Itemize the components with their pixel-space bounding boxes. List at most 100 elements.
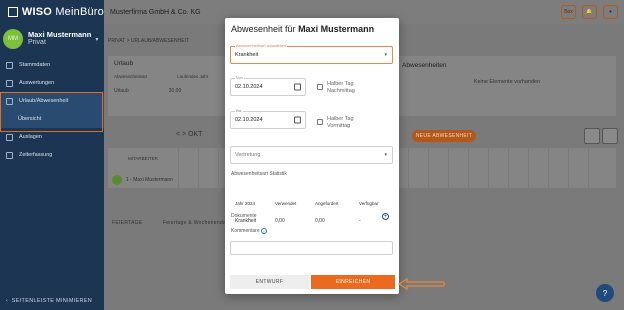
draft-button[interactable]: ENTWURF [230, 275, 309, 289]
calendar-icon[interactable] [294, 116, 301, 124]
logo-icon [8, 7, 18, 17]
submit-button[interactable]: EINREICHEN [311, 275, 395, 289]
absence-type-value: Krankheit [235, 52, 259, 58]
substitute-placeholder: Vertretung [235, 152, 261, 158]
logo-brand: WISO [21, 6, 53, 18]
stats-col-requested: Angefordert [315, 201, 339, 206]
user-menu[interactable]: MM Maxi Mustermann Privat ▾ [3, 28, 103, 50]
user-icon[interactable]: ● [603, 5, 618, 19]
stammdaten-icon [6, 61, 13, 69]
empty-state: Keine Elemente vorhanden [473, 79, 541, 85]
absences-title: Abwesenheiten [402, 62, 447, 69]
day-column [528, 148, 539, 188]
half-day-morning-label: Halber Tag Vormittag [327, 116, 354, 129]
half-day-afternoon-checkbox[interactable] [317, 84, 323, 90]
day-column [568, 148, 579, 188]
info-icon[interactable]: i [261, 228, 267, 234]
to-value: 02.10.2024 [235, 117, 263, 123]
app-logo[interactable]: WISO MeinBüro [0, 0, 104, 24]
employee-avatar [112, 175, 122, 185]
avatar: MM [3, 29, 23, 49]
add-document-icon[interactable]: + [382, 213, 389, 220]
calendar-nav[interactable]: < > OKT [176, 131, 202, 138]
documents-label: Dokumente [231, 213, 257, 219]
user-role: Privat [28, 39, 46, 47]
logo-product: MeinBüro [55, 6, 104, 18]
stats-requested: 0,00 [315, 218, 325, 224]
dialog-title-name: Maxi Mustermann [298, 24, 375, 34]
calendar-view-icon[interactable] [584, 128, 600, 144]
col-abwesenheitsart: Abwesenheitsart [114, 74, 148, 79]
sidebar: WISO MeinBüro MM Maxi Mustermann Privat … [0, 0, 104, 310]
day-column [198, 148, 209, 188]
urlaub-title: Urlaub [114, 60, 134, 67]
collapse-sidebar-button[interactable]: ‹ SEITENLEISTE MINIMIEREN [6, 298, 92, 304]
user-name: Maxi Mustermann [28, 30, 92, 40]
sidebar-item-label: Auswertungen [19, 80, 55, 86]
sidebar-item-label: Stammdaten [19, 62, 51, 68]
legend-holidays: Feiertage & Wochenenden [162, 220, 230, 226]
list-view-icon[interactable] [602, 128, 618, 144]
nav-highlight-frame [0, 92, 103, 132]
chevron-down-icon: ▾ [384, 52, 387, 58]
dialog-title: Abwesenheit für Maxi Mustermann [231, 24, 374, 34]
bell-icon[interactable]: 🔔 [582, 5, 597, 19]
box-button[interactable]: Box [561, 5, 576, 19]
new-absence-button[interactable]: NEUE ABWESENHEIT [412, 130, 476, 142]
half-day-afternoon-label: Halber Tag Nachmittag [327, 81, 355, 94]
sidebar-item-zeiterfassung[interactable]: Zeiterfassung [0, 146, 104, 164]
legend-label: FEIERTAGE [112, 220, 143, 226]
sidebar-item-label: Zeiterfassung [19, 152, 53, 158]
stats-used: 0,00 [275, 218, 285, 224]
from-value: 02.10.2024 [235, 84, 263, 90]
chevron-down-icon: ▾ [95, 36, 99, 43]
sidebar-item-label: Auslagen [19, 134, 42, 140]
dialog-title-prefix: Abwesenheit für [231, 24, 296, 34]
calendar-icon[interactable] [294, 83, 301, 91]
chart-icon [6, 79, 13, 87]
to-label: Bis [235, 108, 243, 113]
help-icon[interactable]: ? [596, 284, 614, 302]
stats-available: - [359, 218, 361, 224]
employee-row: 1 - Maxi Mustermann [112, 175, 173, 185]
absence-type-label: Abwesenheitsart auswählen [235, 43, 287, 48]
from-date-field[interactable]: Von 02.10.2024 [230, 75, 306, 96]
day-column [508, 148, 519, 188]
substitute-select[interactable]: Vertretung ▾ [230, 146, 393, 164]
day-column [178, 148, 189, 188]
table-row: Urlaub 30,00 [108, 82, 226, 100]
stats-col-year: Jahr 2024 [235, 201, 256, 206]
employee-column-header: MITARBEITER [128, 156, 158, 161]
stats-title: Abwesenheitsart Statistik [231, 171, 287, 177]
urlaub-panel: Urlaub Abwesenheitsart Laufendes Jahr Ur… [108, 56, 226, 116]
day-column [468, 148, 479, 188]
to-date-field[interactable]: Bis 02.10.2024 [230, 108, 306, 129]
row-label: Urlaub [114, 88, 129, 94]
absence-dialog: Abwesenheit für Maxi Mustermann Abwesenh… [225, 18, 399, 294]
clock-icon [6, 151, 13, 159]
breadcrumb: PRIVAT > URLAUB/ABWESENHEIT [108, 38, 189, 44]
comments-label: Kommentare [231, 228, 260, 234]
stats-col-available: Verfügbar [359, 201, 379, 206]
chevron-down-icon: ▾ [384, 152, 387, 158]
comment-input[interactable] [230, 241, 393, 255]
absences-panel: Abwesenheiten Keine Elemente vorhanden [398, 56, 616, 116]
day-column [448, 148, 459, 188]
collapse-label: SEITENLEISTE MINIMIEREN [11, 298, 93, 304]
row-value: 30,00 [168, 88, 182, 94]
col-laufendes-jahr: Laufendes Jahr [177, 74, 209, 79]
receipt-icon [6, 133, 13, 141]
day-column [488, 148, 499, 188]
sidebar-item-stammdaten[interactable]: Stammdaten [0, 56, 104, 74]
arrow-left-icon [397, 277, 446, 291]
employee-name: 1 - Maxi Mustermann [126, 177, 173, 183]
legend: FEIERTAGE Feiertage & Wochenenden [112, 220, 229, 226]
absence-type-select[interactable]: Abwesenheitsart auswählen Krankheit ▾ [230, 43, 393, 64]
stats-col-used: Verwendet [275, 201, 297, 206]
day-column [428, 148, 439, 188]
sidebar-item-auswertungen[interactable]: Auswertungen [0, 74, 104, 92]
chevron-left-icon: ‹ [6, 298, 9, 304]
company-name[interactable]: Musterfirma GmbH & Co. KG [110, 9, 201, 16]
day-column [588, 148, 599, 188]
half-day-morning-checkbox[interactable] [317, 119, 323, 125]
